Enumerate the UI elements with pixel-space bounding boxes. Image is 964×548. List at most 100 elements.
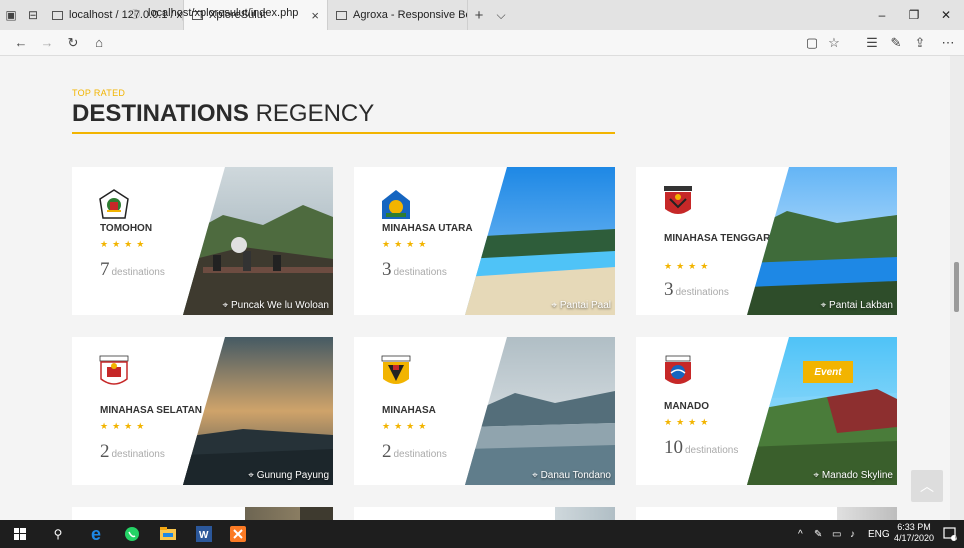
network-icon[interactable]: ▭ — [832, 520, 841, 548]
destination-card-partial[interactable] — [636, 507, 897, 520]
search-icon[interactable]: ⚲ — [48, 524, 68, 544]
manado-emblem-icon — [662, 355, 694, 389]
svg-text:W: W — [199, 530, 209, 541]
destination-place: ⌖ Puncak We lu Woloan — [222, 300, 329, 311]
pen-notes-icon[interactable]: ✎ — [884, 30, 908, 56]
count-number: 3 — [382, 259, 392, 280]
home-icon[interactable]: ⌂ — [86, 30, 112, 56]
whatsapp-icon[interactable] — [122, 524, 142, 544]
taskbar-clock[interactable]: 6:33 PM 4/17/2020 — [894, 522, 934, 544]
show-hidden-icons-chevron-icon[interactable]: ^ — [798, 520, 803, 548]
site-info-icon[interactable]: ⓘ — [130, 6, 140, 21]
destination-card-partial[interactable] — [354, 507, 615, 520]
place-name: Gunung Payung — [256, 470, 329, 481]
count-label: destinations — [685, 445, 739, 456]
section-title: DESTINATIONS REGENCY — [72, 100, 374, 128]
favorites-list-icon[interactable]: ☰ — [860, 30, 884, 56]
destination-photo — [183, 337, 333, 485]
event-badge: Event — [803, 361, 853, 383]
xampp-icon[interactable] — [228, 524, 248, 544]
tabs-aside-icon[interactable]: ▣ — [0, 0, 22, 30]
destination-count: 10 destinations — [664, 437, 738, 459]
destination-count: 3 destinations — [664, 279, 729, 301]
refresh-icon[interactable]: ↻ — [60, 30, 86, 56]
destination-photo — [465, 167, 615, 315]
edge-browser-icon[interactable]: e — [86, 524, 106, 544]
page-icon — [52, 10, 63, 20]
page-viewport: TOP RATED DESTINATIONS REGENCY TOMOHON ★… — [0, 56, 950, 520]
regency-name: TOMOHON — [100, 223, 153, 234]
regency-name: MINAHASA UTARA — [382, 223, 473, 234]
destination-count: 2 destinations — [100, 441, 165, 463]
favorite-star-icon[interactable]: ☆ — [822, 30, 846, 56]
destination-photo — [223, 507, 333, 520]
place-name: Manado Skyline — [821, 470, 893, 481]
section-eyebrow: TOP RATED — [72, 88, 126, 98]
share-icon[interactable]: ⇪ — [908, 30, 932, 56]
pen-workspace-icon[interactable]: ✎ — [814, 520, 822, 548]
minahasa-tenggara-emblem-icon — [662, 185, 694, 219]
destination-count: 2 destinations — [382, 441, 447, 463]
file-explorer-icon[interactable] — [158, 524, 178, 544]
forward-arrow-icon[interactable]: → — [34, 30, 60, 56]
url-text: localhost/xploresulut/index.php — [148, 7, 299, 19]
place-name: Pantai Paal — [559, 300, 611, 311]
destination-card-tomohon[interactable]: TOMOHON ★★★★ 7 destinations ⌖ Puncak We l… — [72, 167, 333, 315]
place-name: Danau Tondano — [540, 470, 611, 481]
reading-view-icon[interactable]: ▢ — [800, 30, 824, 56]
title-underline — [72, 132, 615, 134]
rating-stars: ★★★★ — [664, 261, 713, 271]
count-number: 2 — [382, 441, 392, 462]
minahasa-emblem-icon — [380, 355, 412, 389]
count-number: 10 — [664, 437, 683, 458]
language-indicator[interactable]: ENG — [868, 520, 890, 548]
clock-time: 6:33 PM — [897, 522, 931, 532]
volume-icon[interactable]: ♪ — [850, 520, 855, 548]
rating-stars: ★★★★ — [664, 417, 713, 427]
destination-photo — [465, 337, 615, 485]
action-center-icon[interactable]: 5 — [940, 524, 960, 544]
regency-name: MANADO — [664, 401, 709, 412]
destination-card-minahasa-selatan[interactable]: MINAHASA SELATAN ★★★★ 2 destinations ⌖ Gu… — [72, 337, 333, 485]
regency-name: MINAHASA SELATAN — [100, 405, 203, 416]
rating-stars: ★★★★ — [382, 239, 431, 249]
tomohon-emblem-icon — [98, 189, 130, 223]
tab-preview-icon[interactable]: ⊟ — [22, 0, 44, 30]
place-name: Puncak We lu Woloan — [230, 300, 329, 311]
minahasa-selatan-emblem-icon — [98, 355, 130, 389]
destination-count: 3 destinations — [382, 259, 447, 281]
back-arrow-icon[interactable]: ← — [8, 30, 34, 56]
restore-button[interactable]: ❐ — [898, 0, 930, 30]
minahasa-utara-emblem-icon — [380, 189, 412, 223]
windows-start-icon[interactable] — [10, 524, 30, 544]
count-label: destinations — [111, 449, 165, 460]
destination-card-minahasa-utara[interactable]: MINAHASA UTARA ★★★★ 3 destinations ⌖ Pant… — [354, 167, 615, 315]
windows-taskbar: ⚲ e W ^ ✎ ▭ ♪ ENG 6:33 PM 4/17/2020 5 — [0, 520, 964, 548]
scrollbar-thumb[interactable] — [954, 262, 959, 312]
count-label: destinations — [393, 449, 447, 460]
regency-name: MINAHASA — [382, 405, 436, 416]
count-number: 3 — [664, 279, 674, 300]
more-menu-icon[interactable]: ⋯ — [936, 30, 960, 56]
destination-card-manado[interactable]: MANADO ★★★★ 10 destinations Event ⌖ Manad… — [636, 337, 897, 485]
close-window-button[interactable]: ✕ — [930, 0, 962, 30]
destination-place: ⌖ Danau Tondano — [532, 470, 611, 481]
destination-card-partial[interactable] — [72, 507, 333, 520]
regency-name: MINAHASA TENGGARA — [664, 233, 778, 244]
rating-stars: ★★★★ — [100, 239, 149, 249]
rating-stars: ★★★★ — [382, 421, 431, 431]
minimize-button[interactable]: – — [866, 0, 898, 30]
word-icon[interactable]: W — [194, 524, 214, 544]
count-label: destinations — [393, 267, 447, 278]
destination-count: 7 destinations — [100, 259, 165, 281]
place-name: Pantai Lakban — [829, 300, 893, 311]
count-number: 2 — [100, 441, 110, 462]
destination-place: ⌖ Manado Skyline — [813, 470, 893, 481]
back-to-top-button[interactable]: ︿ — [911, 470, 943, 502]
destination-place: ⌖ Pantai Paal — [551, 300, 611, 311]
destination-card-minahasa-tenggara[interactable]: MINAHASA TENGGARA ★★★★ 3 destinations ⌖ P… — [636, 167, 897, 315]
destination-card-minahasa[interactable]: MINAHASA ★★★★ 2 destinations ⌖ Danau Tond… — [354, 337, 615, 485]
destination-photo — [515, 507, 615, 520]
destination-place: ⌖ Pantai Lakban — [820, 300, 893, 311]
url-field[interactable]: ⓘ localhost/xploresulut/index.php — [130, 4, 790, 22]
